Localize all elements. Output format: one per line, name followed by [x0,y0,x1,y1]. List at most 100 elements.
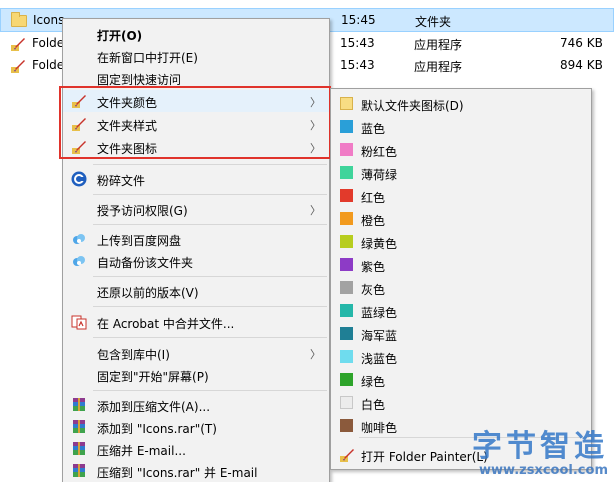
menu-item-auto-backup[interactable]: 自动备份该文件夹 [63,250,329,272]
menu-separator [93,390,327,391]
file-type: 文件夹 [415,15,452,29]
winrar-icon [73,398,85,411]
color-swatch-icon [340,189,353,202]
menu-item-include-library[interactable]: 包含到库中(I) 〉 [63,342,329,364]
menu-label: 粉碎文件 [97,174,146,188]
color-swatch-icon [340,258,353,271]
menu-item-restore-previous[interactable]: 还原以前的版本(V) [63,280,329,302]
color-label: 海军蓝 [361,329,398,343]
color-swatch-icon [340,235,353,248]
color-label: 蓝色 [361,122,386,136]
file-type: 应用程序 [414,38,463,52]
file-type: 应用程序 [414,60,463,74]
menu-separator [93,306,327,307]
folder-painter-icon [340,449,354,462]
color-swatch-icon [340,419,353,432]
file-name: Folde [32,36,65,50]
color-swatch-icon [340,97,353,110]
menu-item-open[interactable]: 打开(O) [63,23,329,45]
menu-item-open-new-window[interactable]: 在新窗口中打开(E) [63,45,329,67]
file-time: 15:43 [340,36,375,50]
submenu-arrow-icon: 〉 [310,204,321,217]
color-label: 红色 [361,191,386,205]
color-label: 绿色 [361,375,386,389]
menu-separator [93,194,327,195]
file-time: 15:43 [340,58,375,72]
baidu-cloud-icon [73,256,85,266]
folder-icon [11,12,27,27]
color-option[interactable]: 粉红色 [331,139,591,161]
color-option[interactable]: 默认文件夹图标(D) [331,93,591,115]
menu-label: 在 Acrobat 中合并文件... [97,317,235,331]
color-swatch-icon [340,166,353,179]
highlight-box [59,86,331,159]
folder-color-submenu: 默认文件夹图标(D) 蓝色粉红色薄荷绿红色橙色绿黄色紫色灰色蓝绿色海军蓝浅蓝色绿色… [330,88,592,470]
menu-item-compress-email[interactable]: 压缩并 E-mail... [63,438,329,460]
menu-separator [93,337,327,338]
color-swatch-icon [340,396,353,409]
color-option[interactable]: 蓝色 [331,116,591,138]
color-swatch-icon [340,304,353,317]
color-label: 薄荷绿 [361,168,398,182]
color-swatch-icon [340,281,353,294]
submenu-arrow-icon: 〉 [310,348,321,361]
menu-item-acrobat-merge[interactable]: 在 Acrobat 中合并文件... [63,311,329,333]
menu-item-pin-start[interactable]: 固定到"开始"屏幕(P) [63,364,329,386]
color-option[interactable]: 浅蓝色 [331,346,591,368]
baidu-cloud-icon [73,234,85,244]
color-label: 蓝绿色 [361,306,398,320]
menu-item-shred[interactable]: 粉碎文件 [63,168,329,190]
menu-item-grant-access[interactable]: 授予访问权限(G) 〉 [63,198,329,220]
file-name: Folde [32,58,65,72]
menu-label: 固定到"开始"屏幕(P) [97,370,209,384]
watermark-title: 字节智造 [472,429,608,464]
watermark: 字节智造 www.zsxcool.com [472,429,608,479]
menu-item-upload-baidu[interactable]: 上传到百度网盘 [63,228,329,250]
color-option[interactable]: 绿色 [331,369,591,391]
color-swatch-icon [340,143,353,156]
color-swatch-icon [340,373,353,386]
color-label: 绿黄色 [361,237,398,251]
shred-icon [71,171,87,187]
menu-label: 压缩到 "Icons.rar" 并 E-mail [97,466,258,480]
menu-separator [93,164,327,165]
menu-separator [93,276,327,277]
menu-label: 上传到百度网盘 [97,234,182,248]
menu-label: 压缩并 E-mail... [97,444,186,458]
color-option[interactable]: 紫色 [331,254,591,276]
file-size: 746 KB [560,36,603,50]
menu-separator [93,224,327,225]
color-label: 默认文件夹图标(D) [361,99,464,113]
menu-label: 打开 Folder Painter(L) [361,450,488,464]
color-label: 粉红色 [361,145,398,159]
color-swatch-icon [340,350,353,363]
winrar-icon [73,464,85,477]
menu-item-add-archive[interactable]: 添加到压缩文件(A)... [63,394,329,416]
color-option[interactable]: 灰色 [331,277,591,299]
menu-label: 授予访问权限(G) [97,204,188,218]
color-label: 白色 [361,398,386,412]
color-label: 橙色 [361,214,386,228]
menu-item-add-icons-rar[interactable]: 添加到 "Icons.rar"(T) [63,416,329,438]
color-label: 灰色 [361,283,386,297]
color-option[interactable]: 红色 [331,185,591,207]
color-option[interactable]: 蓝绿色 [331,300,591,322]
menu-label: 自动备份该文件夹 [97,256,194,270]
color-option[interactable]: 橙色 [331,208,591,230]
color-option[interactable]: 薄荷绿 [331,162,591,184]
color-swatch-icon [340,327,353,340]
folder-painter-app-icon [11,60,25,73]
menu-item-compress-icons-email[interactable]: 压缩到 "Icons.rar" 并 E-mail [63,460,329,482]
menu-label: 包含到库中(I) [97,348,170,362]
color-label: 咖啡色 [361,421,398,435]
folder-painter-app-icon [11,38,25,51]
menu-label: 添加到 "Icons.rar"(T) [97,422,217,436]
file-name: Icons [33,13,65,27]
color-option[interactable]: 白色 [331,392,591,414]
color-swatch-icon [340,212,353,225]
color-option[interactable]: 绿黄色 [331,231,591,253]
menu-label: 打开(O) [97,29,143,43]
color-option[interactable]: 海军蓝 [331,323,591,345]
file-size: 894 KB [560,58,603,72]
color-swatch-icon [340,120,353,133]
